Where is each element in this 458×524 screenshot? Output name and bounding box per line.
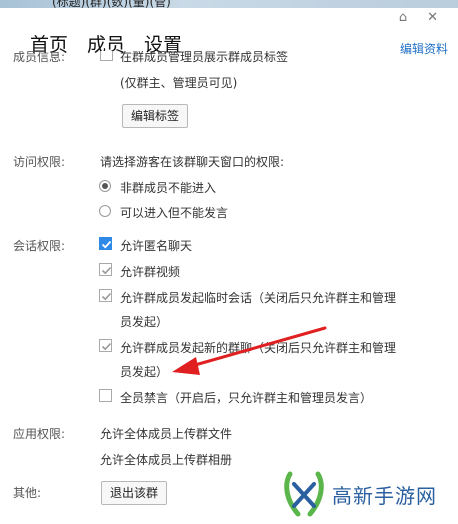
watermark: 高新手游网 (282, 470, 437, 518)
quit-group-button[interactable]: 退出该群 (101, 481, 168, 505)
app-label: 应用权限: (13, 427, 66, 441)
annotation-arrow (172, 326, 327, 375)
watermark-logo-icon (284, 471, 324, 517)
other-label: 其他: (13, 486, 42, 500)
watermark-text: 高新手游网 (332, 483, 437, 508)
upload-files-text: 允许全体成员上传群文件 (100, 427, 233, 441)
upload-album-text: 允许全体成员上传群相册 (100, 453, 233, 467)
